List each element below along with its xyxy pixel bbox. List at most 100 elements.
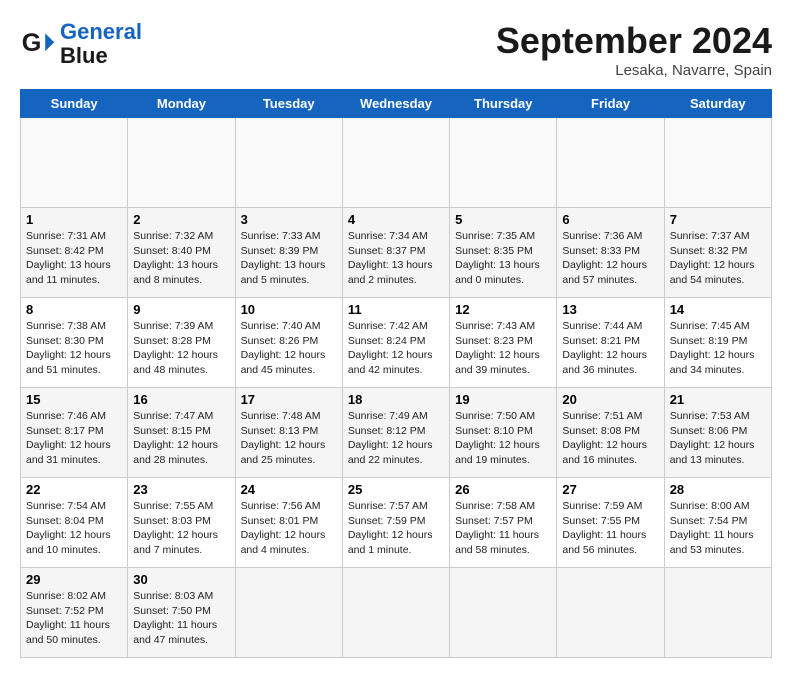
day-number: 27 xyxy=(562,482,658,497)
logo-text: General Blue xyxy=(60,20,142,68)
day-number: 18 xyxy=(348,392,444,407)
day-number: 14 xyxy=(670,302,766,317)
calendar-cell: 7Sunrise: 7:37 AM Sunset: 8:32 PM Daylig… xyxy=(664,208,771,298)
day-info: Sunrise: 7:38 AM Sunset: 8:30 PM Dayligh… xyxy=(26,319,122,378)
calendar-week-4: 22 Sunrise: 7:54 AM Sunset: 8:04 PM Dayli… xyxy=(21,478,772,568)
day-info: Sunrise: 7:42 AM Sunset: 8:24 PM Dayligh… xyxy=(348,319,444,378)
day-info: Sunrise: 7:35 AM Sunset: 8:35 PM Dayligh… xyxy=(455,229,551,288)
day-info: Sunrise: 7:48 AM Sunset: 8:13 PM Dayligh… xyxy=(241,409,337,468)
calendar-cell: 26 Sunrise: 7:58 AM Sunset: 7:57 PM Dayli… xyxy=(450,478,557,568)
day-info: Sunrise: 7:47 AM Sunset: 8:15 PM Dayligh… xyxy=(133,409,229,468)
col-header-tuesday: Tuesday xyxy=(235,90,342,118)
calendar-cell: 28Sunrise: 8:00 AM Sunset: 7:54 PM Dayli… xyxy=(664,478,771,568)
calendar-cell: 18 Sunrise: 7:49 AM Sunset: 8:12 PM Dayli… xyxy=(342,388,449,478)
day-number: 4 xyxy=(348,212,444,227)
day-info: Sunrise: 7:57 AM Sunset: 7:59 PM Dayligh… xyxy=(348,499,444,558)
calendar-cell xyxy=(21,118,128,208)
calendar-cell: 5 Sunrise: 7:35 AM Sunset: 8:35 PM Daylig… xyxy=(450,208,557,298)
day-number: 26 xyxy=(455,482,551,497)
calendar-cell: 19 Sunrise: 7:50 AM Sunset: 8:10 PM Dayli… xyxy=(450,388,557,478)
day-number: 19 xyxy=(455,392,551,407)
day-number: 29 xyxy=(26,572,122,587)
col-header-wednesday: Wednesday xyxy=(342,90,449,118)
day-number: 20 xyxy=(562,392,658,407)
calendar-cell: 8 Sunrise: 7:38 AM Sunset: 8:30 PM Daylig… xyxy=(21,298,128,388)
calendar-cell xyxy=(342,568,449,658)
calendar-cell xyxy=(342,118,449,208)
calendar-cell xyxy=(557,568,664,658)
day-number: 23 xyxy=(133,482,229,497)
calendar-cell: 14 Sunrise: 7:45 AM Sunset: 8:19 PM Dayli… xyxy=(664,298,771,388)
day-info: Sunrise: 7:49 AM Sunset: 8:12 PM Dayligh… xyxy=(348,409,444,468)
day-info: Sunrise: 7:44 AM Sunset: 8:21 PM Dayligh… xyxy=(562,319,658,378)
day-info: Sunrise: 8:00 AM Sunset: 7:54 PM Dayligh… xyxy=(670,499,766,558)
calendar-cell xyxy=(128,118,235,208)
day-number: 22 xyxy=(26,482,122,497)
day-number: 10 xyxy=(241,302,337,317)
logo-icon: G xyxy=(20,26,56,62)
calendar-table: SundayMondayTuesdayWednesdayThursdayFrid… xyxy=(20,89,772,658)
day-info: Sunrise: 7:50 AM Sunset: 8:10 PM Dayligh… xyxy=(455,409,551,468)
day-info: Sunrise: 7:32 AM Sunset: 8:40 PM Dayligh… xyxy=(133,229,229,288)
day-number: 21 xyxy=(670,392,766,407)
day-info: Sunrise: 7:55 AM Sunset: 8:03 PM Dayligh… xyxy=(133,499,229,558)
day-info: Sunrise: 7:46 AM Sunset: 8:17 PM Dayligh… xyxy=(26,409,122,468)
svg-text:G: G xyxy=(22,29,42,57)
calendar-cell: 3Sunrise: 7:33 AM Sunset: 8:39 PM Daylig… xyxy=(235,208,342,298)
calendar-cell: 2 Sunrise: 7:32 AM Sunset: 8:40 PM Daylig… xyxy=(128,208,235,298)
day-info: Sunrise: 7:45 AM Sunset: 8:19 PM Dayligh… xyxy=(670,319,766,378)
calendar-cell: 4Sunrise: 7:34 AM Sunset: 8:37 PM Daylig… xyxy=(342,208,449,298)
calendar-week-3: 15 Sunrise: 7:46 AM Sunset: 8:17 PM Dayli… xyxy=(21,388,772,478)
title-area: September 2024 Lesaka, Navarre, Spain xyxy=(496,20,772,79)
calendar-cell: 29 Sunrise: 8:02 AM Sunset: 7:52 PM Dayli… xyxy=(21,568,128,658)
page-header: G General Blue September 2024 Lesaka, Na… xyxy=(20,20,772,79)
calendar-cell: 22 Sunrise: 7:54 AM Sunset: 8:04 PM Dayli… xyxy=(21,478,128,568)
day-number: 11 xyxy=(348,302,444,317)
calendar-cell: 23 Sunrise: 7:55 AM Sunset: 8:03 PM Dayli… xyxy=(128,478,235,568)
day-number: 24 xyxy=(241,482,337,497)
calendar-cell: 17 Sunrise: 7:48 AM Sunset: 8:13 PM Dayli… xyxy=(235,388,342,478)
day-info: Sunrise: 7:54 AM Sunset: 8:04 PM Dayligh… xyxy=(26,499,122,558)
day-number: 9 xyxy=(133,302,229,317)
day-number: 1 xyxy=(26,212,122,227)
day-info: Sunrise: 7:36 AM Sunset: 8:33 PM Dayligh… xyxy=(562,229,658,288)
day-info: Sunrise: 7:58 AM Sunset: 7:57 PM Dayligh… xyxy=(455,499,551,558)
day-number: 2 xyxy=(133,212,229,227)
day-info: Sunrise: 7:43 AM Sunset: 8:23 PM Dayligh… xyxy=(455,319,551,378)
calendar-cell xyxy=(450,118,557,208)
calendar-cell: 11 Sunrise: 7:42 AM Sunset: 8:24 PM Dayli… xyxy=(342,298,449,388)
day-number: 8 xyxy=(26,302,122,317)
day-number: 13 xyxy=(562,302,658,317)
day-number: 17 xyxy=(241,392,337,407)
calendar-header-row: SundayMondayTuesdayWednesdayThursdayFrid… xyxy=(21,90,772,118)
day-number: 5 xyxy=(455,212,551,227)
calendar-cell: 25 Sunrise: 7:57 AM Sunset: 7:59 PM Dayli… xyxy=(342,478,449,568)
day-info: Sunrise: 7:56 AM Sunset: 8:01 PM Dayligh… xyxy=(241,499,337,558)
col-header-thursday: Thursday xyxy=(450,90,557,118)
day-number: 12 xyxy=(455,302,551,317)
calendar-week-5: 29 Sunrise: 8:02 AM Sunset: 7:52 PM Dayli… xyxy=(21,568,772,658)
col-header-sunday: Sunday xyxy=(21,90,128,118)
day-number: 15 xyxy=(26,392,122,407)
calendar-week-0 xyxy=(21,118,772,208)
month-title: September 2024 xyxy=(496,20,772,62)
col-header-saturday: Saturday xyxy=(664,90,771,118)
day-info: Sunrise: 7:39 AM Sunset: 8:28 PM Dayligh… xyxy=(133,319,229,378)
calendar-cell: 9 Sunrise: 7:39 AM Sunset: 8:28 PM Daylig… xyxy=(128,298,235,388)
col-header-friday: Friday xyxy=(557,90,664,118)
col-header-monday: Monday xyxy=(128,90,235,118)
calendar-cell: 6Sunrise: 7:36 AM Sunset: 8:33 PM Daylig… xyxy=(557,208,664,298)
day-info: Sunrise: 7:31 AM Sunset: 8:42 PM Dayligh… xyxy=(26,229,122,288)
calendar-cell: 21Sunrise: 7:53 AM Sunset: 8:06 PM Dayli… xyxy=(664,388,771,478)
day-info: Sunrise: 8:03 AM Sunset: 7:50 PM Dayligh… xyxy=(133,589,229,648)
day-info: Sunrise: 7:51 AM Sunset: 8:08 PM Dayligh… xyxy=(562,409,658,468)
calendar-cell xyxy=(664,118,771,208)
logo: G General Blue xyxy=(20,20,142,68)
day-info: Sunrise: 8:02 AM Sunset: 7:52 PM Dayligh… xyxy=(26,589,122,648)
calendar-cell: 13 Sunrise: 7:44 AM Sunset: 8:21 PM Dayli… xyxy=(557,298,664,388)
day-number: 25 xyxy=(348,482,444,497)
day-info: Sunrise: 7:37 AM Sunset: 8:32 PM Dayligh… xyxy=(670,229,766,288)
day-info: Sunrise: 7:33 AM Sunset: 8:39 PM Dayligh… xyxy=(241,229,337,288)
calendar-cell: 24 Sunrise: 7:56 AM Sunset: 8:01 PM Dayli… xyxy=(235,478,342,568)
calendar-cell: 30Sunrise: 8:03 AM Sunset: 7:50 PM Dayli… xyxy=(128,568,235,658)
